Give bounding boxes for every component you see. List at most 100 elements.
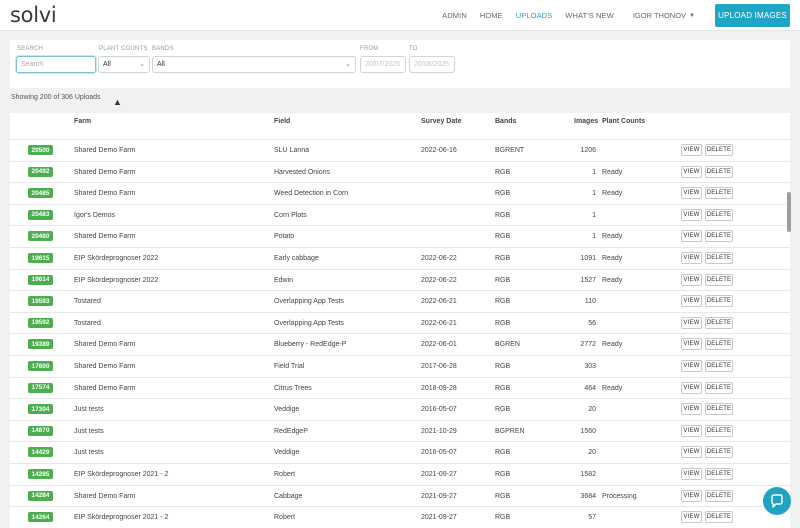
bands-label: BANDS	[152, 46, 174, 52]
view-button[interactable]: VIEW	[681, 424, 702, 437]
help-chat-button[interactable]	[763, 487, 791, 515]
view-button[interactable]: VIEW	[681, 208, 702, 221]
nav-home[interactable]: HOME	[480, 11, 503, 20]
cell-plant-counts: Ready	[602, 190, 623, 198]
cell-plant-counts: Ready	[602, 384, 623, 392]
plant-counts-select[interactable]: All ⌄	[98, 56, 150, 73]
nav-whats-new[interactable]: WHAT'S NEW	[565, 11, 614, 20]
cell-images: 464	[584, 384, 596, 392]
delete-button[interactable]: DELETE	[705, 446, 733, 459]
bands-select[interactable]: All ⌄	[152, 56, 356, 73]
upload-id-badge[interactable]: 14429	[28, 447, 53, 458]
header-images[interactable]: Images	[574, 118, 598, 125]
cell-survey-date: 2022-06-21	[421, 298, 457, 306]
view-button[interactable]: VIEW	[681, 144, 702, 156]
cell-survey-date: 2018-09-28	[421, 384, 457, 392]
upload-id-badge[interactable]: 14870	[28, 425, 53, 436]
table-row: 14429 Just tests Veddige 2016-05-07 RGB 20 VIE…	[10, 441, 790, 463]
upload-id-badge[interactable]: 20485	[28, 188, 53, 199]
delete-button[interactable]: DELETE	[705, 208, 733, 221]
delete-button[interactable]: DELETE	[705, 252, 733, 264]
delete-button[interactable]: DELETE	[705, 187, 733, 200]
cell-bands: RGB	[495, 168, 511, 176]
delete-button[interactable]: DELETE	[705, 468, 733, 480]
header-bands[interactable]: Bands	[495, 118, 516, 125]
upload-id-badge[interactable]: 20483	[28, 209, 53, 220]
view-button[interactable]: VIEW	[681, 295, 702, 308]
upload-id-badge[interactable]: 19389	[28, 339, 53, 350]
upload-id-badge[interactable]: 19615	[28, 253, 53, 263]
cell-survey-date: 2022-06-16	[421, 147, 457, 154]
delete-button[interactable]: DELETE	[705, 511, 733, 524]
cell-field: Overlapping App Tests	[274, 319, 344, 327]
view-button[interactable]: VIEW	[681, 273, 702, 286]
header-farm[interactable]: Farm	[74, 118, 91, 125]
nav-uploads[interactable]: UPLOADS	[516, 11, 553, 20]
delete-button[interactable]: DELETE	[705, 295, 733, 308]
table-row: 17574 Shared Demo Farm Citrus Trees 2018-09…	[10, 376, 790, 399]
view-button[interactable]: VIEW	[681, 316, 702, 329]
upload-id-badge[interactable]: 19592	[28, 317, 53, 328]
cell-farm: Just tests	[74, 449, 104, 457]
delete-button[interactable]: DELETE	[705, 381, 733, 394]
upload-id-badge[interactable]: 20500	[28, 145, 53, 155]
header-survey-date[interactable]: Survey Date	[421, 118, 461, 125]
delete-button[interactable]: DELETE	[705, 424, 733, 437]
view-button[interactable]: VIEW	[681, 489, 702, 502]
cell-bands: BGPREN	[495, 427, 525, 435]
delete-button[interactable]: DELETE	[705, 403, 733, 416]
cell-plant-counts: Ready	[602, 233, 623, 241]
cell-survey-date: 2021-10-29	[421, 427, 457, 435]
search-input[interactable]: Search	[16, 56, 96, 73]
search-placeholder: Search	[21, 61, 44, 68]
cell-bands: BGREN	[495, 341, 520, 349]
upload-id-badge[interactable]: 20492	[28, 166, 53, 177]
solvi-logo[interactable]: solvi	[10, 3, 57, 27]
delete-button[interactable]: DELETE	[705, 144, 733, 156]
cell-farm: Shared Demo Farm	[74, 492, 136, 500]
view-button[interactable]: VIEW	[681, 165, 702, 178]
view-button[interactable]: VIEW	[681, 360, 702, 372]
cell-field: Veddige	[274, 406, 300, 414]
view-button[interactable]: VIEW	[681, 511, 702, 524]
view-button[interactable]: VIEW	[681, 381, 702, 394]
delete-button[interactable]: DELETE	[705, 489, 733, 502]
user-menu[interactable]: IGOR THONOV ▼	[633, 11, 695, 20]
scrollbar-thumb[interactable]	[787, 192, 791, 232]
delete-button[interactable]: DELETE	[705, 338, 733, 351]
view-button[interactable]: VIEW	[681, 230, 702, 243]
upload-id-badge[interactable]: 17600	[28, 361, 53, 371]
delete-button[interactable]: DELETE	[705, 273, 733, 286]
view-button[interactable]: VIEW	[681, 446, 702, 459]
view-button[interactable]: VIEW	[681, 338, 702, 351]
nav-admin[interactable]: ADMIN	[442, 11, 467, 20]
header-field[interactable]: Field	[274, 118, 290, 125]
table-row: 19389 Shared Demo Farm Blueberry - RedEdge…	[10, 333, 790, 355]
view-button[interactable]: VIEW	[681, 403, 702, 416]
cell-survey-date: 2022-06-21	[421, 319, 457, 327]
header-plant-counts[interactable]: Plant Counts	[602, 118, 645, 125]
upload-id-badge[interactable]: 17304	[28, 404, 53, 415]
upload-id-badge[interactable]: 14284	[28, 490, 53, 501]
delete-button[interactable]: DELETE	[705, 165, 733, 178]
table-row: 20480 Shared Demo Farm Potato RGB Ready 1 VIEW…	[10, 225, 790, 247]
cell-farm: Shared Demo Farm	[74, 341, 136, 349]
upload-id-badge[interactable]: 14264	[28, 512, 53, 523]
view-button[interactable]: VIEW	[681, 187, 702, 200]
view-button[interactable]: VIEW	[681, 468, 702, 480]
to-date-input[interactable]: 20/08/2025	[409, 56, 455, 73]
upload-id-badge[interactable]: 20480	[28, 231, 53, 242]
upload-id-badge[interactable]: 19593	[28, 296, 53, 307]
from-date-value: 20/07/2025	[365, 61, 401, 68]
delete-button[interactable]: DELETE	[705, 316, 733, 329]
upload-images-button[interactable]: UPLOAD IMAGES	[715, 4, 790, 27]
from-date-input[interactable]: 20/07/2025	[360, 56, 406, 73]
cell-field: Robert	[274, 514, 296, 522]
view-button[interactable]: VIEW	[681, 252, 702, 264]
delete-button[interactable]: DELETE	[705, 360, 733, 372]
upload-id-badge[interactable]: 14285	[28, 469, 53, 479]
upload-id-badge[interactable]: 19614	[28, 274, 53, 285]
cell-bands: RGB	[495, 211, 511, 219]
upload-id-badge[interactable]: 17574	[28, 382, 53, 393]
delete-button[interactable]: DELETE	[705, 230, 733, 243]
